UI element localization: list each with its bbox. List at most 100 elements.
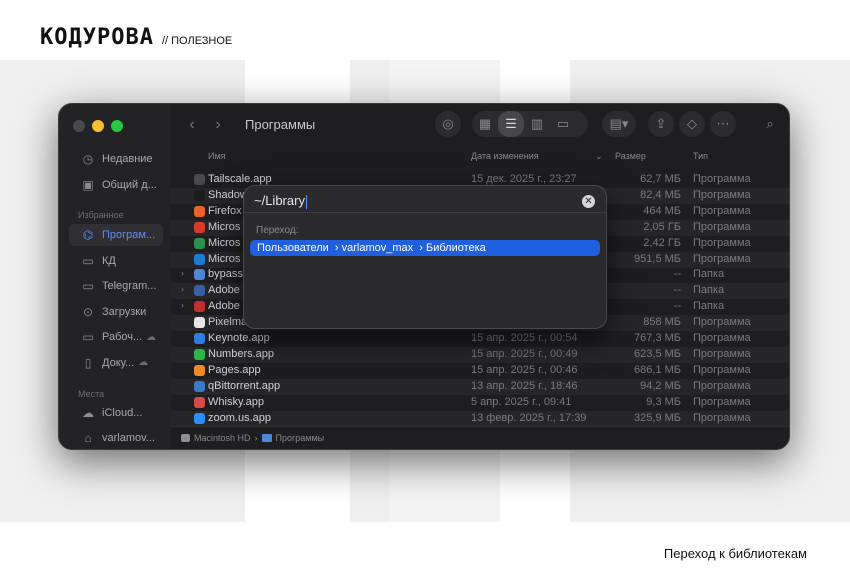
sidebar-item[interactable]: ▭ Telegram... [59, 275, 156, 297]
col-date[interactable]: Дата изменения [471, 151, 539, 161]
folder-icon [194, 301, 205, 313]
tag-icon[interactable]: ◇ [679, 111, 705, 137]
table-row[interactable]: Numbers.app 15 апр. 2025 г., 00:49 623,5 М… [171, 346, 789, 363]
group-button[interactable]: ▤▾ [602, 111, 636, 137]
sidebar-item-label: Рабоч... [102, 331, 143, 343]
file-kind: Программа [693, 220, 751, 233]
file-name: Keynote.app [208, 332, 270, 344]
sidebar-item[interactable]: ⌬ Програм... [69, 224, 163, 246]
disclosure-icon[interactable]: › [181, 284, 184, 294]
sidebar: ◷ Недавние ▣ Общий д... Избранное ⌬ Програм...… [59, 104, 171, 449]
icloud-status-icon: ☁ [138, 357, 149, 368]
list-view-icon[interactable]: ☰ [498, 111, 524, 137]
brand-tag: // ПОЛЕЗНОЕ [161, 35, 233, 47]
file-name: Numbers.app [208, 347, 275, 360]
sidebar-item[interactable]: ⌂ varlamov... [59, 427, 155, 449]
sidebar-item[interactable]: ▭ Рабоч... ☁ [59, 326, 156, 348]
path-disk[interactable]: Macintosh HD [194, 433, 251, 443]
sidebar-item[interactable]: ☁ iCloud... [59, 402, 142, 424]
file-kind: Папка [693, 300, 725, 313]
sidebar-item[interactable]: ◷ Недавние [59, 148, 153, 170]
file-kind: Папка [693, 284, 725, 297]
table-row[interactable]: Keynote.app 15 апр. 2025 г., 00:54 767,3 М… [171, 331, 789, 347]
view-switcher: ▦ ☰ ▥ ▭ [472, 111, 588, 137]
zoom-button[interactable] [111, 120, 123, 132]
folder-icon [194, 269, 205, 281]
file-date: 15 дек. 2025 г., 23:27 [471, 173, 577, 185]
file-kind: Программа [693, 316, 751, 329]
forward-button[interactable]: › [207, 114, 229, 136]
table-row[interactable]: zoom.us.app 13 февр. 2025 г., 17:39 325,9 … [171, 410, 789, 427]
cloud-icon: ☁ [82, 406, 94, 420]
minimize-button[interactable] [92, 120, 104, 132]
shared-folder-icon: ▣ [82, 178, 94, 192]
gallery-view-icon[interactable]: ▭ [550, 111, 576, 137]
file-size: 82,4 МБ [640, 188, 681, 201]
close-button[interactable] [73, 120, 85, 132]
file-size: 464 МБ [643, 204, 681, 217]
column-header: Имя Дата изменения ⌄ Размер Тип [171, 148, 789, 166]
path-input[interactable]: ~/Library [254, 193, 308, 209]
folder-icon [194, 285, 205, 297]
disclosure-icon[interactable]: › [181, 268, 184, 278]
file-kind: Программа [693, 236, 751, 249]
file-size: 686,1 МБ [634, 363, 681, 376]
file-kind: Программа [693, 252, 751, 265]
goto-folder-dialog: ~/Library ✕ Переход: Пользователи › varl… [243, 185, 607, 329]
app-icon [194, 189, 205, 201]
icloud-status-icon: ☁ [146, 331, 157, 343]
file-size: 2,42 ГБ [643, 236, 681, 249]
sidebar-item-label: Недавние [102, 153, 153, 165]
sidebar-item[interactable]: ⊙ Загрузки [59, 301, 146, 323]
brand-logo: КОДУРОВА [40, 25, 154, 50]
col-kind[interactable]: Тип [693, 151, 708, 161]
file-name: Micros [208, 236, 241, 249]
file-name: Pages.app [208, 363, 261, 376]
search-icon[interactable]: ⌕ [757, 111, 783, 137]
sidebar-item[interactable]: ▣ Общий д... [59, 174, 157, 196]
file-name: Adobe [208, 300, 240, 313]
clock-icon: ◷ [82, 152, 94, 166]
path-folder[interactable]: Программы [276, 433, 325, 443]
disclosure-icon[interactable]: › [181, 300, 184, 310]
file-size: 951,5 МБ [634, 252, 681, 265]
sidebar-item[interactable]: ▯ Доку... ☁ [59, 352, 149, 374]
file-kind: Программа [693, 363, 751, 376]
airdrop-button[interactable]: ◎ [435, 111, 461, 137]
sidebar-item[interactable]: ▭ КД [59, 250, 116, 272]
folder-icon: ▭ [82, 253, 94, 268]
col-size[interactable]: Размер [615, 151, 646, 161]
sidebar-item-label: Telegram... [102, 280, 157, 292]
clear-icon[interactable]: ✕ [582, 195, 595, 208]
sort-chevron-icon: ⌄ [595, 151, 603, 161]
divider [244, 212, 606, 213]
table-row[interactable]: Pages.app 15 апр. 2025 г., 00:46 686,1 МБ П… [171, 363, 789, 379]
file-name: Whisky.app [208, 395, 265, 408]
app-icon [194, 317, 205, 329]
column-view-icon[interactable]: ▥ [524, 111, 550, 137]
table-row[interactable]: Whisky.app 5 апр. 2025 г., 09:41 9,3 МБ Про… [171, 395, 789, 411]
app-icon [194, 364, 205, 376]
back-button[interactable]: ‹ [181, 114, 203, 136]
path-suggestion[interactable]: Пользователи › varlamov_max › Библиотека [250, 240, 600, 256]
path-separator: › [254, 433, 258, 443]
sidebar-item-label: iCloud... [102, 407, 143, 419]
file-name: Micros [208, 220, 241, 233]
more-icon[interactable]: ⋯ [710, 111, 736, 137]
file-size: -- [673, 300, 681, 313]
share-icon[interactable]: ⇪ [648, 111, 674, 137]
document-icon: ▯ [84, 355, 92, 370]
file-name: Pixelma [208, 316, 248, 329]
icon-view-icon[interactable]: ▦ [472, 111, 498, 137]
apps-icon: ⌬ [82, 228, 94, 242]
path-input-value: ~/Library [254, 193, 305, 208]
file-kind: Программа [693, 173, 751, 185]
sidebar-header: Места [78, 389, 105, 399]
table-row[interactable]: qBittorrent.app 13 апр. 2025 г., 18:46 94,… [171, 378, 789, 395]
app-icon [194, 412, 205, 424]
file-name: zoom.us.app [208, 411, 271, 424]
col-name[interactable]: Имя [208, 151, 226, 161]
sidebar-item-label: Доку... [102, 356, 135, 369]
file-date: 15 апр. 2025 г., 00:54 [471, 332, 578, 344]
file-size: 94,2 МБ [640, 379, 681, 392]
